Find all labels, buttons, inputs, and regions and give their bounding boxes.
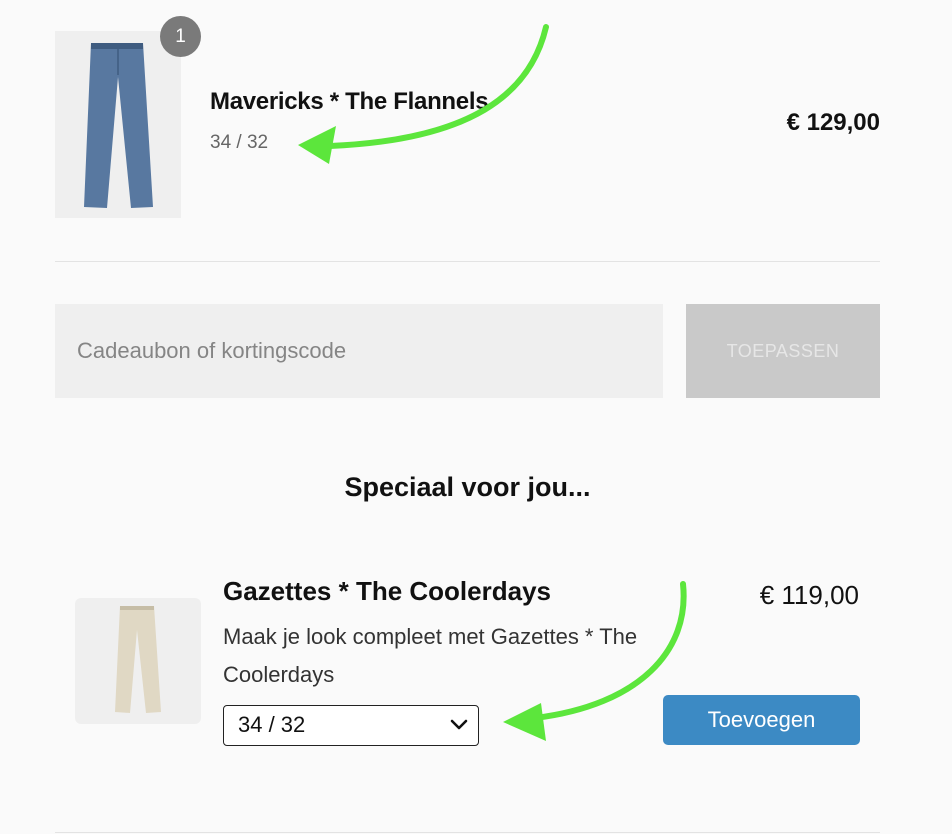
upsell-price: € 119,00	[759, 580, 859, 610]
chevron-down-icon	[450, 719, 468, 730]
upsell-description: Maak je look compleet met Gazettes * The…	[223, 624, 638, 687]
cart-item-title: Mavericks * The Flannels	[210, 88, 489, 115]
product-image[interactable]	[55, 31, 181, 218]
size-select-value: 34 / 32	[238, 712, 306, 737]
add-to-cart-button[interactable]: Toevoegen	[663, 695, 860, 745]
upsell-product-image[interactable]	[75, 598, 201, 724]
divider	[55, 832, 880, 833]
upsell-title[interactable]: Gazettes * The Coolerdays	[223, 576, 551, 607]
divider	[55, 261, 880, 262]
quantity-badge: 1	[160, 16, 201, 57]
discount-code-input[interactable]	[55, 304, 663, 398]
beige-trousers-icon	[115, 606, 161, 713]
blue-trousers-icon	[84, 43, 153, 208]
cart-item: 1 Mavericks * The Flannels 34 / 32 € 129…	[0, 0, 952, 262]
upsell-heading: Speciaal voor jou...	[344, 472, 591, 502]
size-select[interactable]: 34 / 32	[223, 705, 479, 746]
cart-item-price: € 129,00	[786, 109, 880, 136]
apply-discount-button[interactable]: TOEPASSEN	[686, 304, 880, 398]
cart-item-size: 34 / 32	[210, 132, 269, 153]
